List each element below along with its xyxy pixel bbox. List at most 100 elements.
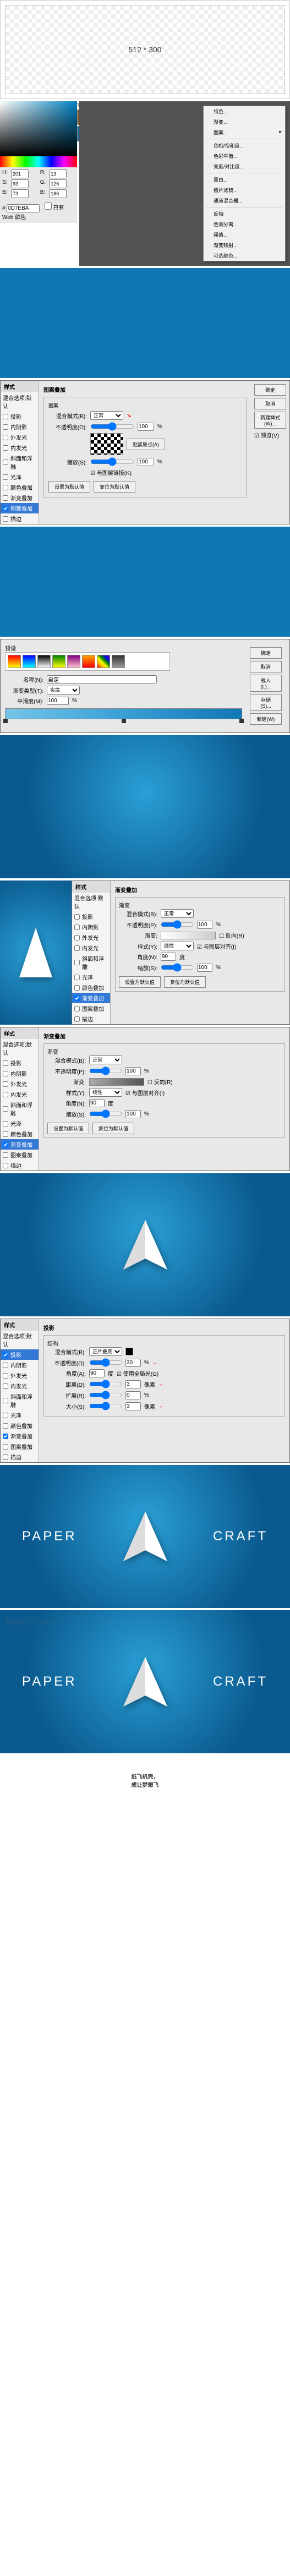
g-input[interactable] — [49, 179, 67, 188]
paper-plane-icon — [118, 1654, 173, 1709]
menu-solid-color[interactable]: 纯色... — [204, 106, 285, 117]
style-color-overlay[interactable]: 颜色叠加 — [1, 482, 39, 493]
pattern-title: 图案叠加 — [43, 385, 247, 393]
new-style-button[interactable]: 新建样式(W)... — [254, 412, 286, 429]
grad-opacity-slider[interactable] — [161, 920, 194, 929]
menu-hue-sat[interactable]: 色相/饱和度... — [204, 140, 285, 151]
ge-ok-button[interactable]: 确定 — [250, 647, 282, 659]
menu-photo-filter[interactable]: 照片滤镜... — [204, 185, 285, 195]
menu-posterize[interactable]: 色调分离... — [204, 219, 285, 229]
layer-style-pattern-dialog: 样式 混合选项:默认 投影 内阴影 外发光 内发光 斜面和浮雕 光泽 颜色叠加 … — [0, 380, 290, 524]
menu-gradient[interactable]: 渐变... — [204, 117, 285, 127]
style-gradient-overlay[interactable]: 渐变叠加 — [1, 493, 39, 503]
style-gradient-overlay-sel[interactable]: 渐变叠加 — [72, 993, 110, 1003]
style-outer-glow[interactable]: 外发光 — [1, 432, 39, 442]
gradient-editor-dialog: 预设 名称(N): 渐变类型(T):实底 平滑度(M): % 确定 取消 载入(… — [0, 639, 290, 733]
gradient-preview-dark[interactable] — [89, 1078, 144, 1086]
snap-origin-button[interactable]: 贴紧原点(A) — [127, 439, 165, 450]
layer-style-gradient-dialog: 样式 混合选项:默认 投影 内阴影 外发光 内发光 斜面和浮雕 光泽 颜色叠加 … — [72, 880, 290, 1025]
menu-channel-mixer[interactable]: 通道混合器... — [204, 195, 285, 206]
canvas-size-label: 512 * 300 — [129, 45, 162, 54]
shadow-opacity-slider[interactable] — [89, 1358, 122, 1367]
style-inner-shadow[interactable]: 内阴影 — [1, 422, 39, 432]
ge-cancel-button[interactable]: 取消 — [250, 661, 282, 672]
gradient-smooth-input[interactable] — [47, 697, 69, 705]
menu-color-balance[interactable]: 色彩平衡... — [204, 151, 285, 161]
preset-swatch[interactable] — [67, 655, 80, 668]
link-layer-checkbox[interactable]: ☑ 与图层链接(K) — [90, 468, 132, 477]
pattern-opacity-input[interactable] — [138, 423, 154, 431]
style-bevel[interactable]: 斜面和浮雕 — [1, 453, 39, 472]
style-drop-shadow-sel[interactable]: 投影 — [1, 1349, 39, 1360]
blue-fill-result — [0, 268, 290, 378]
style-list: 样式 混合选项:默认 投影 内阴影 外发光 内发光 斜面和浮雕 光泽 颜色叠加 … — [1, 381, 39, 524]
arrow-icon: ← — [158, 1403, 164, 1409]
r-input[interactable] — [49, 169, 67, 178]
preset-swatch[interactable] — [97, 655, 110, 668]
layer-style-shadow-dialog: 样式 混合选项:默认 投影 内阴影 外发光 内发光 斜面和浮雕 光泽 颜色叠加 … — [0, 1319, 290, 1463]
gradient-name-input[interactable] — [47, 675, 157, 683]
shadow-color-swatch[interactable] — [125, 1348, 133, 1355]
grad-style-select[interactable]: 线性 — [161, 942, 194, 950]
bl-input[interactable] — [49, 189, 67, 198]
new-canvas: 512 * 300 — [0, 0, 290, 99]
gradient-preview[interactable] — [161, 932, 216, 939]
ge-new-button[interactable]: 新建(W) — [250, 713, 282, 725]
pattern-thumbnail[interactable] — [90, 433, 123, 455]
style-inner-glow[interactable]: 内发光 — [1, 442, 39, 453]
ge-save-button[interactable]: 存储(S)... — [250, 694, 282, 711]
ok-button[interactable]: 确定 — [254, 384, 286, 396]
menu-threshold[interactable]: 阈值... — [204, 229, 285, 240]
triangle-shape — [19, 928, 52, 977]
adjustment-layer-menu: 纯色... 渐变... 图案... 色相/饱和度... 色彩平衡... 亮度/对… — [203, 106, 286, 261]
paper-plane-result — [0, 1173, 290, 1316]
pattern-scale-input[interactable] — [138, 458, 154, 466]
watermark-text: Wenfree psd — [6, 1616, 53, 1627]
paper-plane-icon — [118, 1509, 173, 1564]
preview-checkbox[interactable]: ☑ 预览(V) — [254, 431, 286, 439]
preset-swatch[interactable] — [112, 655, 125, 668]
preset-swatch[interactable] — [52, 655, 65, 668]
pattern-opacity-slider[interactable] — [90, 422, 134, 431]
style-pattern-overlay[interactable]: 图案叠加 — [1, 503, 39, 513]
grad-blend-select[interactable]: 正常 — [161, 909, 194, 918]
ge-load-button[interactable]: 载入(L)... — [250, 675, 282, 692]
preset-swatch[interactable] — [23, 655, 36, 668]
preset-swatch[interactable] — [37, 655, 51, 668]
arrow-icon: ↘ — [127, 413, 131, 419]
gradient-type-select[interactable]: 实底 — [47, 686, 80, 694]
style-blend-default[interactable]: 混合选项:默认 — [1, 392, 39, 411]
color-picker-panel: 当前 H: R: S: G: B: B: # 只有 Web 颜色 — [0, 101, 77, 223]
shadow-blend-select[interactable]: 正片叠底 — [89, 1347, 122, 1356]
paper-plane-icon — [118, 1217, 173, 1272]
layer-style-gradient-dialog-2: 样式 混合选项:默认 投影 内阴影 外发光 内发光 斜面和浮雕 光泽 颜色叠加 … — [0, 1027, 290, 1171]
preset-swatch[interactable] — [82, 655, 95, 668]
set-default-button[interactable]: 设置为默认值 — [48, 481, 90, 493]
menu-brightness[interactable]: 亮度/对比度... — [204, 161, 285, 172]
menu-black-white[interactable]: 黑白... — [204, 174, 285, 185]
reset-default-button[interactable]: 复位为默认值 — [94, 481, 135, 493]
h-input[interactable] — [11, 169, 29, 178]
menu-invert[interactable]: 反相 — [204, 209, 285, 219]
paper-craft-result-1: PAPER CRAFT — [0, 1465, 290, 1608]
text-paper: PAPER — [22, 1529, 77, 1544]
s-input[interactable] — [11, 179, 29, 188]
pattern-scale-slider[interactable] — [90, 457, 134, 466]
footer-caption: 纸飞机完， 成让梦想飞 — [0, 1755, 290, 1805]
cancel-button[interactable]: 取消 — [254, 398, 286, 409]
color-field[interactable] — [0, 101, 77, 156]
menu-pattern[interactable]: 图案... — [204, 127, 285, 138]
style-satin[interactable]: 光泽 — [1, 472, 39, 482]
gradient-ramp[interactable] — [5, 708, 242, 719]
hex-input[interactable] — [7, 204, 40, 212]
web-only-checkbox[interactable] — [45, 203, 52, 210]
preset-swatch[interactable] — [8, 655, 21, 668]
style-drop-shadow[interactable]: 投影 — [1, 411, 39, 422]
pattern-blend-select[interactable]: 正常 — [90, 411, 123, 420]
hue-slider[interactable] — [0, 156, 77, 167]
style-stroke[interactable]: 描边 — [1, 513, 39, 524]
menu-gradient-map[interactable]: 渐变映射... — [204, 240, 285, 250]
color-values: H: R: S: G: B: B: — [0, 167, 77, 200]
b-input[interactable] — [11, 189, 29, 198]
menu-selective-color[interactable]: 可选颜色... — [204, 250, 285, 261]
